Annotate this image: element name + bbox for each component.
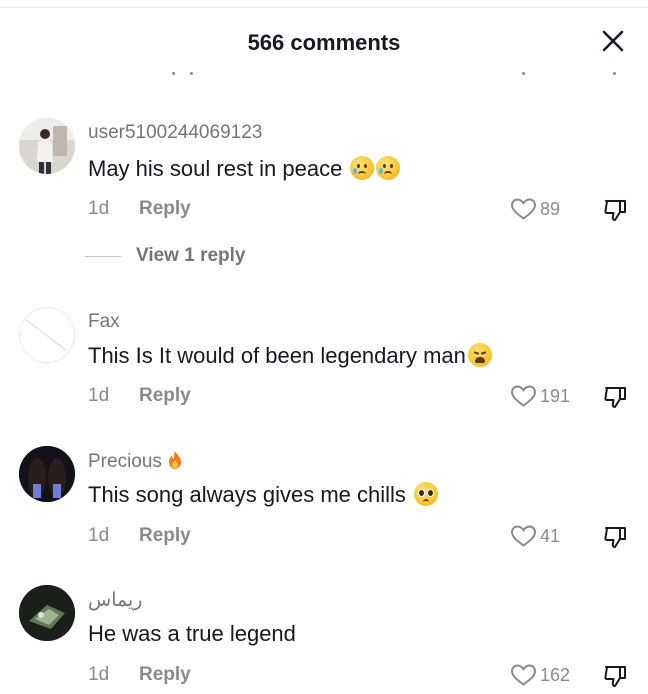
- like-count: 41: [540, 525, 561, 546]
- weary-face-emoji: [467, 343, 492, 367]
- view-replies-button[interactable]: View 1 reply: [85, 244, 246, 268]
- avatar[interactable]: [19, 585, 75, 641]
- comment-text-row: This song always gives me chills: [88, 482, 439, 508]
- like-count: 89: [540, 198, 561, 219]
- dislike-icon[interactable]: [602, 524, 628, 550]
- view-replies-label: View 1 reply: [136, 245, 246, 266]
- comment-text: This song always gives me chills: [88, 482, 406, 507]
- like-count: 162: [540, 664, 571, 685]
- dislike-icon[interactable]: [602, 384, 628, 410]
- heart-icon: [510, 198, 537, 220]
- like-button[interactable]: 41: [510, 524, 560, 548]
- close-icon[interactable]: [600, 28, 626, 54]
- comment-text: He was a true legend: [88, 621, 296, 646]
- comment-time: 1d: [88, 198, 110, 219]
- comment-time: 1d: [88, 385, 110, 406]
- reply-button[interactable]: Reply: [139, 198, 191, 220]
- sad-tear-emoji: [350, 156, 375, 180]
- comment-username-row: Precious: [88, 450, 183, 473]
- fire-icon: [169, 451, 182, 469]
- reply-button[interactable]: Reply: [139, 385, 191, 407]
- reply-thread-line: [85, 255, 121, 257]
- comments-header: 566 comments: [0, 0, 648, 80]
- sad-tear-emoji: [376, 156, 401, 180]
- comment-username[interactable]: Fax: [88, 311, 120, 333]
- reply-button[interactable]: Reply: [139, 525, 191, 547]
- comment-text: May his soul rest in peace: [88, 156, 343, 181]
- like-button[interactable]: 162: [510, 663, 570, 687]
- comment-username[interactable]: Precious: [88, 451, 162, 472]
- comment-text-row: This Is It would of been legendary man: [88, 343, 492, 369]
- reply-button[interactable]: Reply: [139, 664, 191, 686]
- comment-text-row: May his soul rest in peace: [88, 156, 401, 182]
- comment-username[interactable]: ريماس: [88, 589, 142, 612]
- dislike-icon[interactable]: [602, 663, 628, 689]
- dislike-icon[interactable]: [602, 197, 628, 223]
- comment-username[interactable]: user5100244069123: [88, 122, 262, 144]
- avatar[interactable]: [19, 446, 75, 502]
- heart-icon: [510, 385, 537, 407]
- like-count: 191: [540, 385, 571, 406]
- avatar[interactable]: [19, 118, 75, 174]
- comment-time: 1d: [88, 664, 110, 685]
- scroll-fade-remnant: [0, 66, 648, 80]
- comment-time: 1d: [88, 525, 110, 546]
- heart-icon: [510, 525, 537, 547]
- like-button[interactable]: 89: [510, 197, 560, 221]
- comment-text: This Is It would of been legendary man: [88, 343, 466, 368]
- heart-icon: [510, 664, 537, 686]
- comments-title: 566 comments: [247, 30, 401, 55]
- comment-text-row: He was a true legend: [88, 621, 296, 647]
- like-button[interactable]: 191: [510, 384, 570, 408]
- avatar[interactable]: [19, 307, 75, 363]
- pleading-face-emoji: [414, 482, 439, 506]
